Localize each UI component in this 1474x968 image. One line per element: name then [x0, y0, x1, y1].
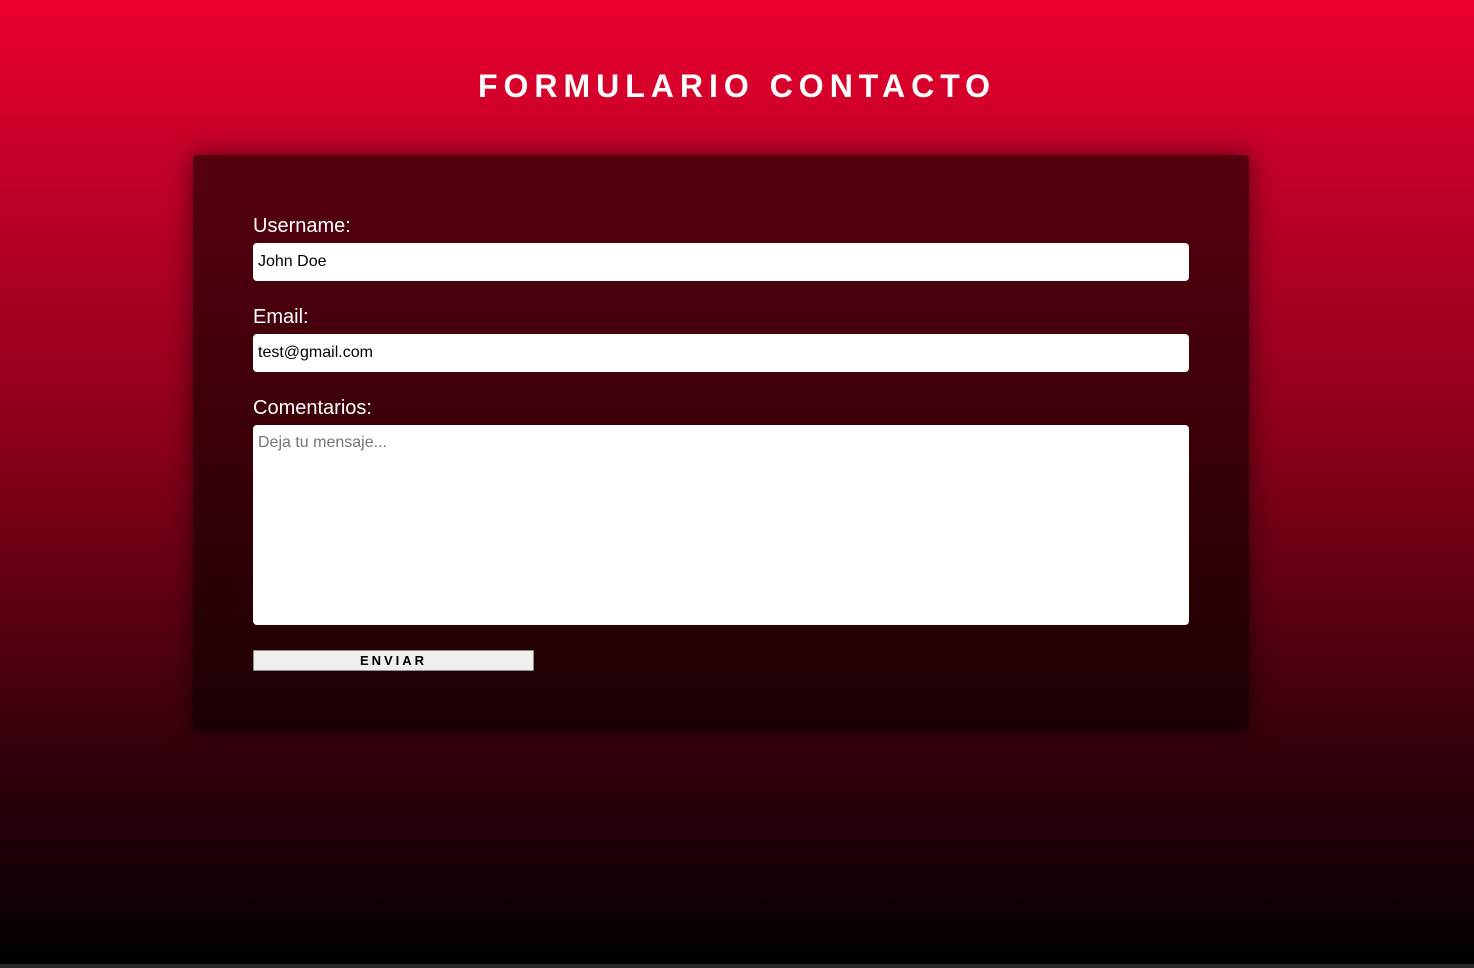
email-label: Email:: [253, 306, 309, 328]
comments-textarea[interactable]: [253, 425, 1189, 625]
submit-button[interactable]: ENVIAR: [253, 650, 534, 671]
email-input[interactable]: [253, 334, 1189, 372]
comments-label: Comentarios:: [253, 397, 372, 419]
page-title: FORMULARIO CONTACTO: [477, 68, 997, 104]
username-label: Username:: [253, 215, 351, 237]
username-input[interactable]: [253, 243, 1189, 281]
contact-form: Username: Email: Comentarios: ENVIAR: [193, 155, 1249, 731]
bottom-bar: [0, 964, 1474, 968]
